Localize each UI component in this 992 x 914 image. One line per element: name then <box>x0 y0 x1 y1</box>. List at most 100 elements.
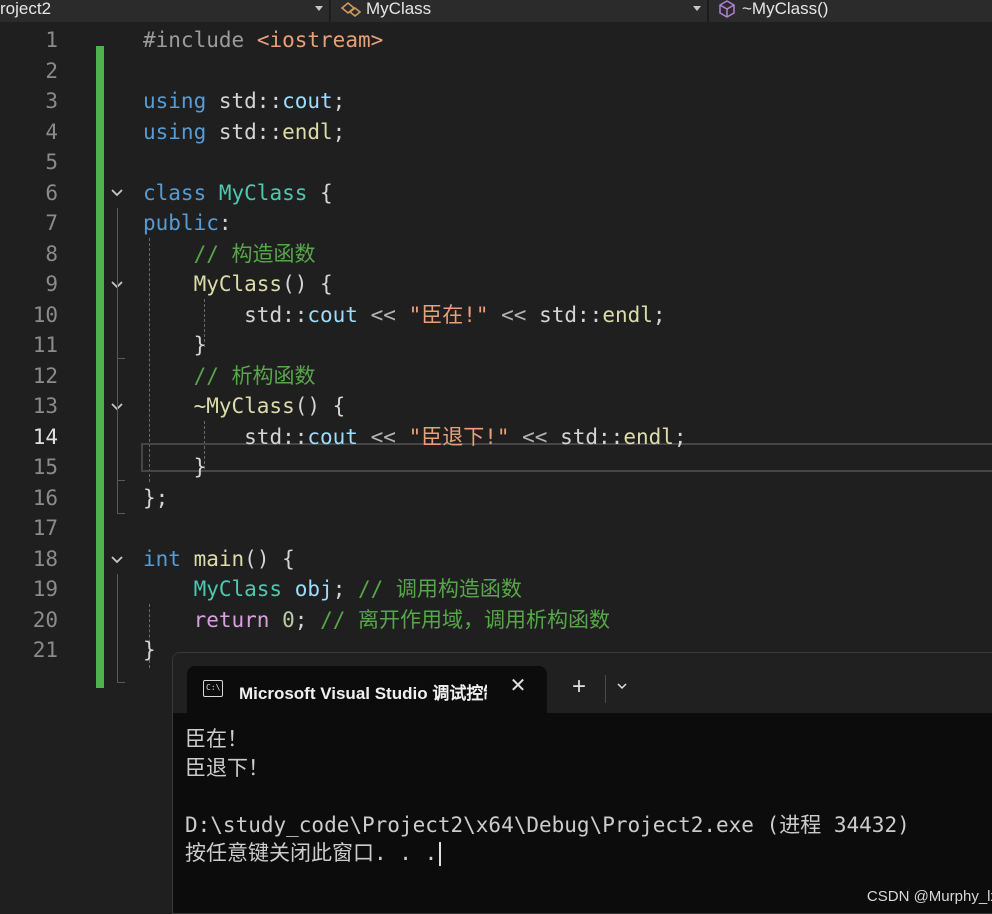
code-line-6[interactable]: class MyClass { <box>143 178 333 209</box>
keyword: using <box>143 89 207 113</box>
project-dropdown[interactable]: roject2 <box>0 0 330 22</box>
watermark: CSDN @Murphy_lx <box>866 888 992 905</box>
line-number-current: 14 <box>32 424 58 449</box>
fold-range-end <box>117 682 125 683</box>
code-line-13[interactable]: ~MyClass() { <box>143 391 346 422</box>
code-line-16[interactable]: }; <box>143 483 168 514</box>
keyword: class <box>143 180 207 205</box>
code-line-9[interactable]: MyClass() { <box>143 269 333 300</box>
line-number: 7 <box>45 211 58 235</box>
preprocessor-directive: #include <box>143 28 245 52</box>
output-line: D:\study_code\Project2\x64\Debug\Project… <box>185 812 910 837</box>
line-number: 12 <box>32 363 58 388</box>
line-number: 3 <box>45 89 58 113</box>
terminal-tab-bar: C:\ Microsoft Visual Studio 调试控制台 ✕ + <box>173 653 992 713</box>
punctuation: () { <box>282 272 333 296</box>
class-name: MyClass <box>193 577 283 601</box>
operator: << <box>370 424 396 449</box>
punctuation: ; <box>294 607 308 632</box>
identifier: endl <box>282 119 333 144</box>
class-name: MyClass <box>218 180 308 205</box>
terminal-output[interactable]: 臣在！ 臣退下！ D:\study_code\Project2\x64\Debu… <box>185 725 910 868</box>
line-number: 1 <box>45 28 58 52</box>
close-icon[interactable]: ✕ <box>507 675 529 697</box>
identifier: endl <box>602 302 653 327</box>
code-line-4[interactable]: using std::endl; <box>143 117 345 148</box>
fold-range-end <box>117 480 125 481</box>
new-tab-icon[interactable]: + <box>567 675 591 699</box>
line-number: 10 <box>32 302 58 327</box>
scope-name: MyClass <box>366 0 432 18</box>
punctuation: }; <box>143 485 169 510</box>
console-icon-text: C:\ <box>206 683 221 692</box>
comment: // 构造函数 <box>193 241 316 266</box>
punctuation: { <box>320 180 333 205</box>
line-number: 13 <box>32 394 58 418</box>
punctuation: ; <box>332 119 346 144</box>
chevron-down-icon[interactable] <box>315 6 323 11</box>
line-number: 4 <box>45 119 58 144</box>
fold-range-line <box>117 422 118 480</box>
line-number: 17 <box>32 516 58 540</box>
punctuation: ; <box>652 302 666 327</box>
identifier: cout <box>307 424 358 449</box>
comment: // 析构函数 <box>193 363 316 388</box>
method-cube-icon <box>719 0 735 18</box>
code-line-19[interactable]: MyClass obj; // 调用构造函数 <box>143 574 522 605</box>
namespace: std:: <box>244 424 308 449</box>
fold-range-end <box>117 358 125 359</box>
change-indicator-bar <box>96 46 104 688</box>
code-line-20[interactable]: return 0; // 离开作用域，调用析构函数 <box>143 605 610 636</box>
punctuation: } <box>193 455 207 479</box>
code-line-10[interactable]: std::cout << "臣在!" << std::endl; <box>143 300 666 331</box>
namespace: std:: <box>218 119 283 144</box>
fold-chevron-icon[interactable] <box>109 185 125 201</box>
punctuation: () { <box>244 546 295 571</box>
punctuation: } <box>143 638 156 662</box>
comment: // 调用构造函数 <box>358 577 522 601</box>
chevron-down-icon[interactable] <box>617 681 627 691</box>
punctuation: ; <box>332 577 346 601</box>
divider <box>605 675 606 703</box>
namespace: std:: <box>244 302 308 327</box>
operator: << <box>501 302 527 327</box>
code-line-11[interactable]: } <box>143 330 207 361</box>
comment: // 离开作用域，调用析构函数 <box>320 607 610 632</box>
keyword: using <box>143 119 207 144</box>
class-icon <box>340 1 362 18</box>
destructor-name: ~MyClass <box>193 394 295 418</box>
member-dropdown[interactable]: ~MyClass() <box>709 0 992 22</box>
fold-chevron-icon[interactable] <box>109 552 125 568</box>
punctuation: ; <box>332 89 346 113</box>
line-number: 19 <box>32 577 58 601</box>
code-line-8[interactable]: // 构造函数 <box>143 239 316 270</box>
code-line-7[interactable]: public: <box>143 208 232 239</box>
chevron-down-icon[interactable] <box>693 6 701 11</box>
fold-range-line <box>117 574 118 682</box>
code-line-1[interactable]: #include <iostream> <box>143 25 383 56</box>
operator: << <box>522 424 548 449</box>
constructor-name: MyClass <box>193 272 283 296</box>
string-literal: "臣退下!" <box>408 424 510 449</box>
console-icon: C:\ <box>203 680 223 697</box>
terminal-tab[interactable]: C:\ Microsoft Visual Studio 调试控制台 ✕ <box>187 666 547 713</box>
line-number: 9 <box>45 272 58 296</box>
line-number: 18 <box>32 546 58 571</box>
line-number: 16 <box>32 485 58 510</box>
namespace: std:: <box>560 424 624 449</box>
scope-dropdown[interactable]: MyClass <box>331 0 708 22</box>
control-keyword: return <box>193 607 270 632</box>
code-line-12[interactable]: // 析构函数 <box>143 361 316 392</box>
code-line-3[interactable]: using std::cout; <box>143 86 345 117</box>
debug-console-window[interactable]: C:\ Microsoft Visual Studio 调试控制台 ✕ + 臣在… <box>172 652 992 914</box>
namespace: std:: <box>218 89 283 113</box>
code-line-21[interactable]: } <box>143 635 156 666</box>
code-line-15[interactable]: } <box>143 452 207 483</box>
line-number: 2 <box>45 58 58 83</box>
code-line-14[interactable]: std::cout << "臣退下!" << std::endl; <box>143 422 686 453</box>
output-line: 臣退下！ <box>185 755 269 780</box>
code-line-18[interactable]: int main() { <box>143 544 295 575</box>
keyword: int <box>143 546 181 571</box>
output-line: 臣在！ <box>185 727 248 751</box>
